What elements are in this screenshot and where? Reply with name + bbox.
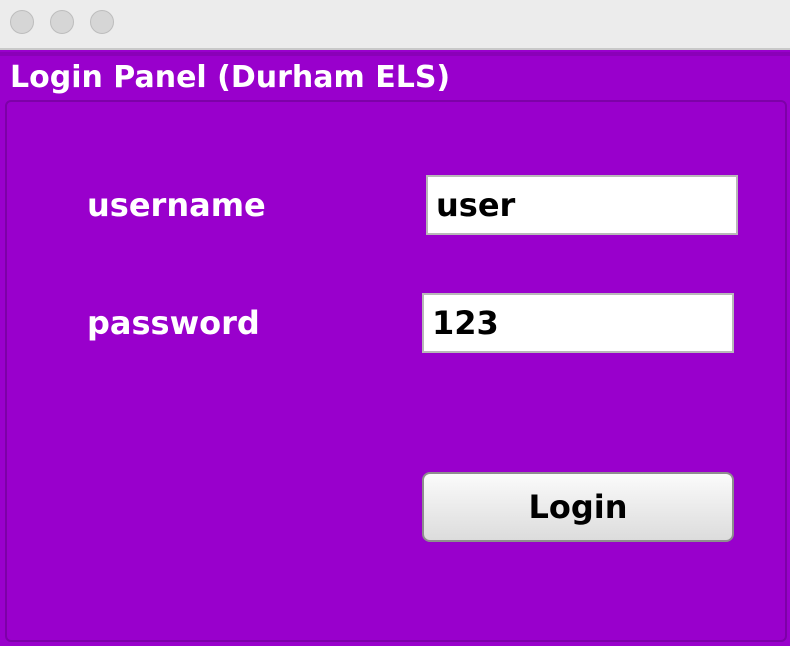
password-label: password: [87, 304, 260, 342]
window-titlebar: [0, 0, 790, 50]
zoom-button[interactable]: [90, 10, 114, 34]
username-label: username: [87, 186, 266, 224]
login-window: Login Panel (Durham ELS) username passwo…: [0, 0, 790, 646]
panel-title: Login Panel (Durham ELS): [10, 60, 451, 95]
password-field[interactable]: [422, 293, 734, 353]
username-field[interactable]: [426, 175, 738, 235]
title-strip: [0, 52, 790, 56]
login-button[interactable]: Login: [422, 472, 734, 542]
close-button[interactable]: [10, 10, 34, 34]
minimize-button[interactable]: [50, 10, 74, 34]
